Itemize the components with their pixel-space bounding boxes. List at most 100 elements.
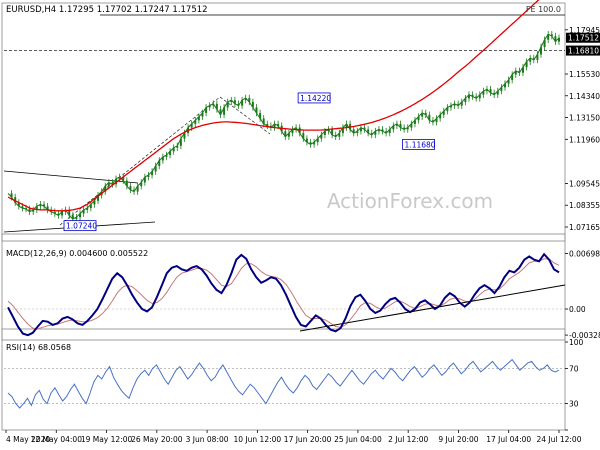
panel-frames (1, 2, 566, 431)
candle-body (554, 36, 557, 42)
candle-body (161, 156, 164, 161)
candle-body (226, 101, 229, 108)
candle-body (140, 182, 143, 187)
candle-body (313, 142, 316, 145)
price-tick-label: 1.15530 (569, 70, 600, 79)
price-tick-label: 1.07165 (569, 223, 600, 232)
candle-body (385, 131, 388, 134)
candle-body (406, 127, 409, 130)
chart-canvas: ActionForex.com 1.179451.155301.143401.1… (1, 0, 600, 444)
candle-body (320, 134, 323, 139)
moving-average-line (7, 0, 540, 212)
rsi-tick-label: 70 (569, 364, 579, 373)
candle-body (25, 208, 28, 210)
candle-body (32, 209, 35, 212)
candle-body (179, 138, 182, 146)
candle-body (410, 123, 413, 128)
candle-body (547, 34, 550, 40)
candle-body (244, 97, 247, 101)
candle-body (10, 193, 13, 198)
candle-body (284, 131, 287, 137)
candle-body (165, 155, 168, 157)
candle-body (194, 120, 197, 124)
candle-body (21, 206, 24, 209)
candle-body (435, 118, 438, 123)
candle-body (514, 70, 517, 75)
candle-body (485, 89, 488, 91)
candle-body (197, 116, 200, 121)
candle-body (205, 107, 208, 113)
candle-body (262, 118, 265, 124)
candle-body (518, 70, 521, 73)
candle-body (183, 133, 186, 139)
candle-body (525, 61, 528, 68)
macd-line (7, 252, 560, 337)
candle-body (417, 116, 420, 121)
candle-body (532, 58, 535, 60)
candle-body (363, 127, 366, 130)
price-axis-ticks: 1.179451.155301.143401.131501.119601.095… (565, 26, 600, 232)
candle-body (511, 74, 514, 81)
candle-body (334, 134, 337, 137)
candle-body (259, 112, 262, 119)
candle-body (147, 175, 150, 177)
candle-body (169, 151, 172, 156)
x-tick-label: 17 Jul 04:00 (486, 435, 531, 444)
x-tick-label: 10 Jun 12:00 (234, 435, 282, 444)
candle-body (338, 133, 341, 137)
candle-body (133, 189, 136, 192)
candle-body (388, 129, 391, 134)
candle-body (374, 131, 377, 135)
candle-body (442, 111, 445, 115)
candle-body (28, 208, 31, 212)
candle-body (496, 91, 499, 95)
candle-body (439, 114, 442, 119)
candle-body (449, 105, 452, 108)
candle-body (529, 58, 532, 62)
macd-tick-label: 0.006984 (569, 249, 600, 258)
candle-body (539, 47, 542, 55)
candle-body (93, 200, 96, 205)
x-tick-label: 3 Jun 08:00 (186, 435, 229, 444)
candle-body (395, 123, 398, 126)
candle-body (323, 131, 326, 135)
candle-body (558, 37, 560, 42)
candle-body (413, 120, 416, 124)
candle-body (493, 92, 496, 95)
candle-body (381, 129, 384, 132)
x-tick-label: 19 May 12:00 (81, 435, 133, 444)
candle-body (251, 101, 254, 108)
candle-body (431, 120, 434, 123)
candle-body (233, 100, 236, 104)
candle-body (359, 127, 362, 132)
candle-body (143, 176, 146, 183)
candle-body (230, 100, 233, 102)
candle-body (475, 96, 478, 99)
candle-body (190, 123, 193, 128)
rsi-line (7, 358, 560, 409)
candle-body (424, 112, 427, 115)
candle-body (356, 131, 359, 134)
price-tick-label: 1.09545 (569, 179, 600, 188)
candle-body (125, 180, 128, 187)
candle-body (154, 166, 157, 172)
price-tick-label: 1.14340 (569, 92, 600, 101)
annotation-label: 1.07240 (66, 222, 97, 231)
x-tick-label: 9 Jul 20:00 (438, 435, 478, 444)
candle-body (208, 105, 211, 108)
candle-body (212, 103, 215, 106)
candle-body (399, 123, 402, 128)
x-tick-label: 17 Jun 20:00 (284, 435, 332, 444)
panel-frame (1, 328, 566, 431)
candle-body (460, 101, 463, 106)
candle-body (309, 142, 312, 145)
candle-body (331, 129, 334, 135)
macd-title: MACD(12,26,9) 0.004600 0.005522 (6, 249, 148, 258)
candle-body (61, 211, 64, 216)
candle-body (39, 204, 42, 207)
candle-body (489, 89, 492, 93)
candle-body (421, 112, 424, 117)
price-tick-label: 1.08355 (569, 201, 600, 210)
x-tick-label: 12 May 04:00 (31, 435, 83, 444)
candle-body (75, 217, 78, 220)
